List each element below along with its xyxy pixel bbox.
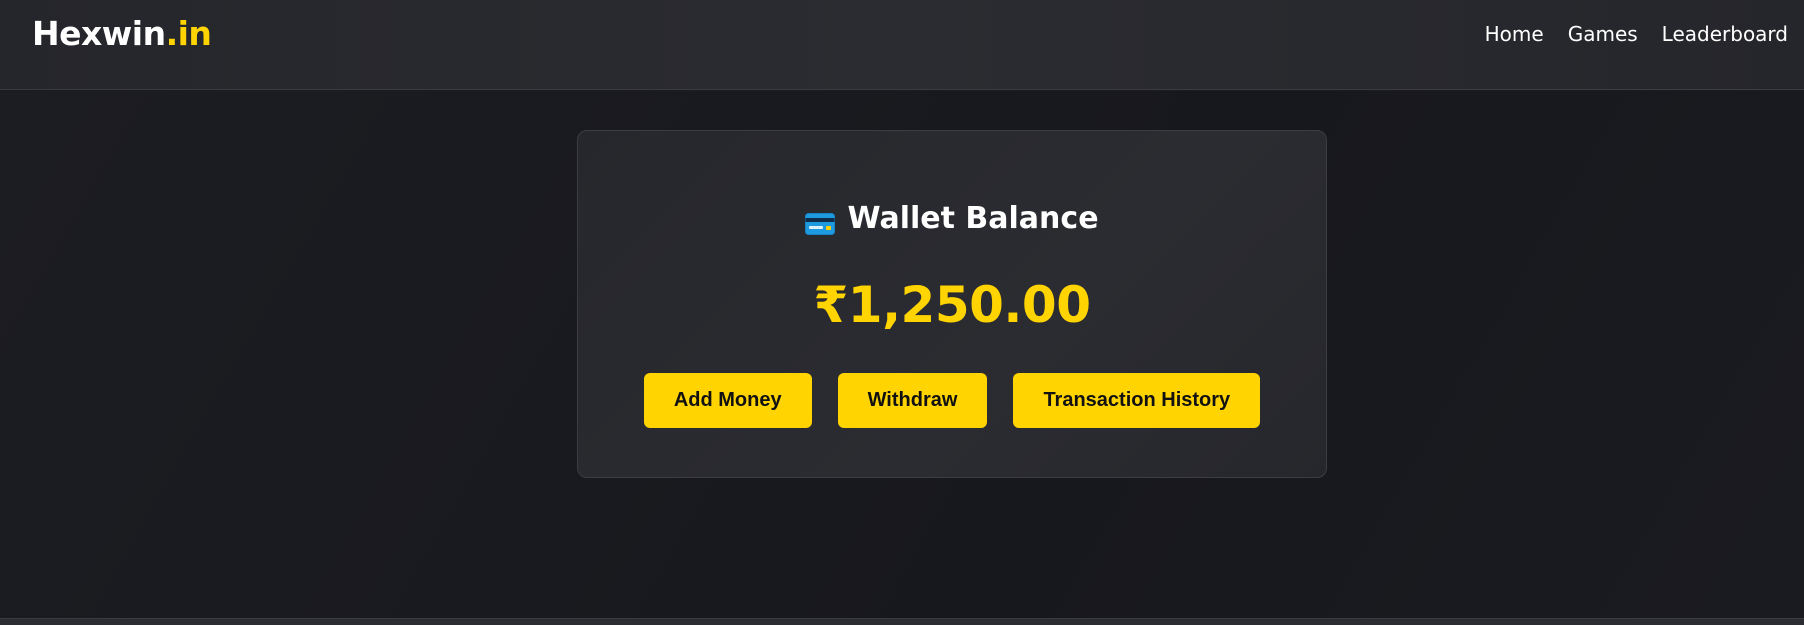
add-money-button[interactable]: Add Money [643, 373, 812, 428]
wallet-card: Wallet Balance ₹1,250.00 Add Money Withd… [577, 130, 1327, 478]
withdraw-button[interactable]: Withdraw [837, 373, 988, 428]
site-logo[interactable]: Hexwin.in [32, 14, 212, 53]
main-nav: Home Games Leaderboard [1485, 22, 1788, 46]
nav-games-link[interactable]: Games [1568, 22, 1638, 46]
footer-divider [0, 618, 1804, 625]
wallet-balance: ₹1,250.00 [813, 276, 1091, 334]
logo-text: Hexwin [32, 14, 166, 53]
transaction-history-button[interactable]: Transaction History [1013, 373, 1261, 428]
wallet-actions: Add Money Withdraw Transaction History [578, 373, 1326, 428]
wallet-title-text: Wallet Balance [847, 201, 1099, 236]
wallet-title: Wallet Balance [578, 201, 1326, 236]
nav-home-link[interactable]: Home [1485, 22, 1544, 46]
credit-card-icon [805, 208, 836, 235]
nav-leaderboard-link[interactable]: Leaderboard [1662, 22, 1788, 46]
logo-accent: .in [165, 14, 212, 53]
top-header: Hexwin.in Home Games Leaderboard [0, 0, 1804, 90]
